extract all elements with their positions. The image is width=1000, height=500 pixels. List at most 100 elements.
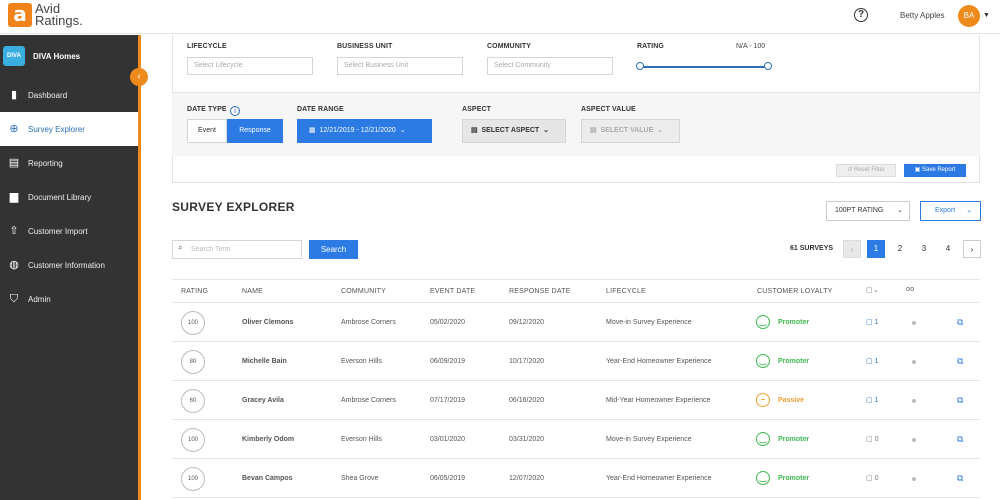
rating-slider-min-handle[interactable] [636,62,644,70]
column-header-response-date[interactable]: RESPONSE DATE [509,288,571,295]
comment-icon: ▢ [866,475,875,482]
status-dot [912,321,916,325]
comment-count[interactable]: ▢ 0 [866,435,878,443]
loyalty-cell: ‿ Promoter [756,432,809,446]
event-date-cell: 07/17/2019 [430,397,466,404]
comment-count[interactable]: ▢ 1 [866,396,878,404]
avatar[interactable]: BA [958,5,980,27]
date-range-picker[interactable]: ▦ 12/21/2019 - 12/21/2020 ⌄ [297,119,432,143]
sidebar-item-dashboard[interactable]: ▮ Dashboard [0,78,138,112]
pagination-page-3[interactable]: 3 [915,240,933,258]
comment-icon: ▢ [866,358,875,365]
rating-scale-dropdown[interactable]: 100PT RATING ⌄ [826,201,910,221]
pagination-page-2[interactable]: 2 [891,240,909,258]
open-survey-icon[interactable]: ⧉ [957,317,963,328]
lifecycle-select[interactable]: Select Lifecycle [187,57,313,75]
comment-count[interactable]: ▢ 1 [866,357,878,365]
pagination-next-button[interactable]: › [963,240,981,258]
pagination-prev-button: ‹ [843,240,861,258]
avid-ratings-logo[interactable]: a Avid Ratings. [8,2,83,27]
table-row[interactable]: 100 Oliver Clemons Ambrose Corners 05/02… [172,303,980,342]
rating-scale-value: 100PT RATING [835,207,884,214]
sidebar-item-customer-information[interactable]: ◍ Customer Information [0,248,138,282]
pagination-page-1[interactable]: 1 [867,240,885,258]
column-header-event-date[interactable]: EVENT DATE [430,288,475,295]
sidebar-item-admin[interactable]: ⛉ Admin [0,282,138,316]
event-date-cell: 05/02/2020 [430,319,466,326]
column-header-name[interactable]: NAME [242,288,263,295]
loyalty-cell: – Passive [756,393,804,407]
comment-count-value: 1 [874,358,879,365]
open-survey-icon[interactable]: ⧉ [957,473,963,484]
column-header-community[interactable]: COMMUNITY [341,288,386,295]
search-input[interactable]: Search Term [172,240,302,259]
glasses-icon[interactable]: oo [906,286,914,293]
column-header-customer-loyalty[interactable]: CUSTOMER LOYALTY [757,288,833,295]
survey-count: 61 SURVEYS [790,245,834,252]
event-date-cell: 03/01/2020 [430,436,466,443]
user-name[interactable]: Betty Apples [900,11,944,20]
smiley-icon: ‿ [756,432,770,446]
comment-filter-icon[interactable]: ▢⌄ [866,286,879,294]
chevron-down-icon: ⌄ [897,207,903,214]
community-cell: Ambrose Corners [341,397,396,404]
table-row[interactable]: 100 Kimberly Odom Everson Hills 03/01/20… [172,420,980,459]
list-icon: ▤ [471,127,478,134]
pagination-page-4[interactable]: 4 [939,240,957,258]
save-report-label: Save Report [921,167,956,173]
search-icon: ⌕ [178,243,183,252]
status-dot [912,477,916,481]
response-date-cell: 09/12/2020 [509,319,545,326]
business-unit-select[interactable]: Select Business Unit [337,57,463,75]
comment-count-value: 1 [874,397,879,404]
chevron-down-icon: ⌄ [397,127,406,134]
chevron-down-icon: ⌄ [541,127,549,134]
reset-filter-button: ↺ Reset Filter [836,164,896,177]
export-button[interactable]: Export ⌄ [920,201,981,221]
open-survey-icon[interactable]: ⧉ [957,356,963,367]
save-report-button[interactable]: ▣ Save Report [904,164,966,177]
sidebar-item-label: Admin [28,294,51,304]
logo-text: Avid Ratings. [35,2,83,27]
table-row[interactable]: 60 Gracey Avila Ambrose Corners 07/17/20… [172,381,980,420]
help-icon[interactable]: ? [854,8,868,22]
sidebar-item-reporting[interactable]: ▤ Reporting [0,146,138,180]
customer-name: Oliver Clemons [242,319,294,326]
comment-count[interactable]: ▢ 0 [866,474,878,482]
sidebar-item-document-library[interactable]: ▆ Document Library [0,180,138,214]
date-type-event-option[interactable]: Event [187,119,227,143]
org-selector[interactable]: DIVA DIVA Homes [3,46,80,66]
date-type-response-option[interactable]: Response [227,119,283,143]
caret-down-icon[interactable]: ▼ [983,12,990,19]
search-button[interactable]: Search [309,240,358,259]
globe-icon: ◍ [9,259,19,271]
loyalty-label: Promoter [778,357,810,365]
community-select[interactable]: Select Community [487,57,613,75]
column-header-lifecycle[interactable]: LIFECYCLE [606,288,646,295]
rating-slider-max-handle[interactable] [764,62,772,70]
info-icon[interactable]: i [230,106,240,116]
date-range-value: 12/21/2019 - 12/21/2020 [319,127,396,134]
lifecycle-cell: Year-End Homeowner Experience [606,358,712,365]
select-aspect-button[interactable]: ▤ SELECT ASPECT ⌄ [462,119,566,143]
table-row[interactable]: 100 Bevan Campos Shea Grove 06/05/2019 1… [172,459,980,498]
smiley-icon: ‿ [756,315,770,329]
table-row[interactable]: 80 Michelle Bain Everson Hills 06/09/201… [172,342,980,381]
community-cell: Everson Hills [341,358,382,365]
rating-slider-track[interactable] [640,66,768,68]
event-date-cell: 06/05/2019 [430,475,466,482]
lifecycle-label: LIFECYCLE [187,43,227,50]
column-header-rating[interactable]: RATING [181,288,208,295]
customer-name: Gracey Avila [242,397,284,404]
sidebar-item-customer-import[interactable]: ⇧ Customer Import [0,214,138,248]
loyalty-label: Passive [778,396,805,404]
sidebar-border [138,35,141,500]
reset-filter-label: Reset Filter [854,167,885,173]
open-survey-icon[interactable]: ⧉ [957,395,963,406]
open-survey-icon[interactable]: ⧉ [957,434,963,445]
sidebar-item-survey-explorer[interactable]: ⊕ Survey Explorer [0,112,138,146]
reporting-icon: ▤ [8,157,20,169]
neutral-face-icon: – [756,393,770,407]
chevron-down-icon: ⌄ [966,207,972,214]
comment-count[interactable]: ▢ 1 [866,318,878,326]
